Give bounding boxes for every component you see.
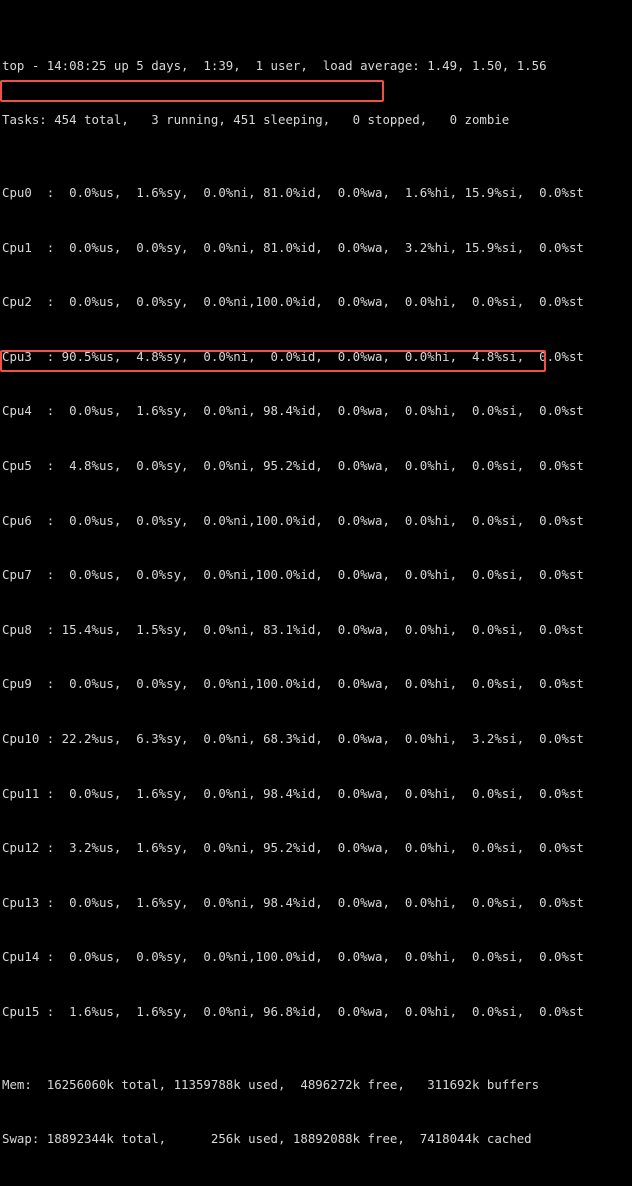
cpu-line-8: Cpu8 : 15.4%us, 1.5%sy, 0.0%ni, 83.1%id,… [2,621,584,637]
cpu-line-4: Cpu4 : 0.0%us, 1.6%sy, 0.0%ni, 98.4%id, … [2,403,584,419]
memory-line: Mem: 16256060k total, 11359788k used, 48… [2,1076,540,1092]
cpu-line-9: Cpu9 : 0.0%us, 0.0%sy, 0.0%ni,100.0%id, … [2,676,584,692]
cpu-line-14: Cpu14 : 0.0%us, 0.0%sy, 0.0%ni,100.0%id,… [2,949,584,965]
cpu-line-12: Cpu12 : 3.2%us, 1.6%sy, 0.0%ni, 95.2%id,… [2,840,584,856]
swap-line: Swap: 18892344k total, 256k used, 188920… [2,1131,532,1147]
cpu-line-13: Cpu13 : 0.0%us, 1.6%sy, 0.0%ni, 98.4%id,… [2,894,584,910]
cpu-line-0: Cpu0 : 0.0%us, 1.6%sy, 0.0%ni, 81.0%id, … [2,185,584,200]
cpu-line-3: Cpu3 : 90.5%us, 4.8%sy, 0.0%ni, 0.0%id, … [2,348,584,364]
top-summary-tasks: Tasks: 454 total, 3 running, 451 sleepin… [2,112,510,128]
cpu-line-10: Cpu10 : 22.2%us, 6.3%sy, 0.0%ni, 68.3%id… [2,730,584,746]
cpu-line-5: Cpu5 : 4.8%us, 0.0%sy, 0.0%ni, 95.2%id, … [2,457,584,473]
cpu3-highlight-box [0,80,384,102]
terminal-window[interactable]: top - 14:08:25 up 5 days, 1:39, 1 user, … [0,0,632,1146]
cpu-line-15: Cpu15 : 1.6%us, 1.6%sy, 0.0%ni, 96.8%id,… [2,1003,584,1019]
cpu-line-11: Cpu11 : 0.0%us, 1.6%sy, 0.0%ni, 98.4%id,… [2,785,584,801]
top-summary-uptime: top - 14:08:25 up 5 days, 1:39, 1 user, … [2,57,547,73]
cpu-line-1: Cpu1 : 0.0%us, 0.0%sy, 0.0%ni, 81.0%id, … [2,239,584,255]
cpu-line-6: Cpu6 : 0.0%us, 0.0%sy, 0.0%ni,100.0%id, … [2,512,584,528]
cpu-line-7: Cpu7 : 0.0%us, 0.0%sy, 0.0%ni,100.0%id, … [2,567,584,583]
cpu-line-2: Cpu2 : 0.0%us, 0.0%sy, 0.0%ni,100.0%id, … [2,294,584,310]
